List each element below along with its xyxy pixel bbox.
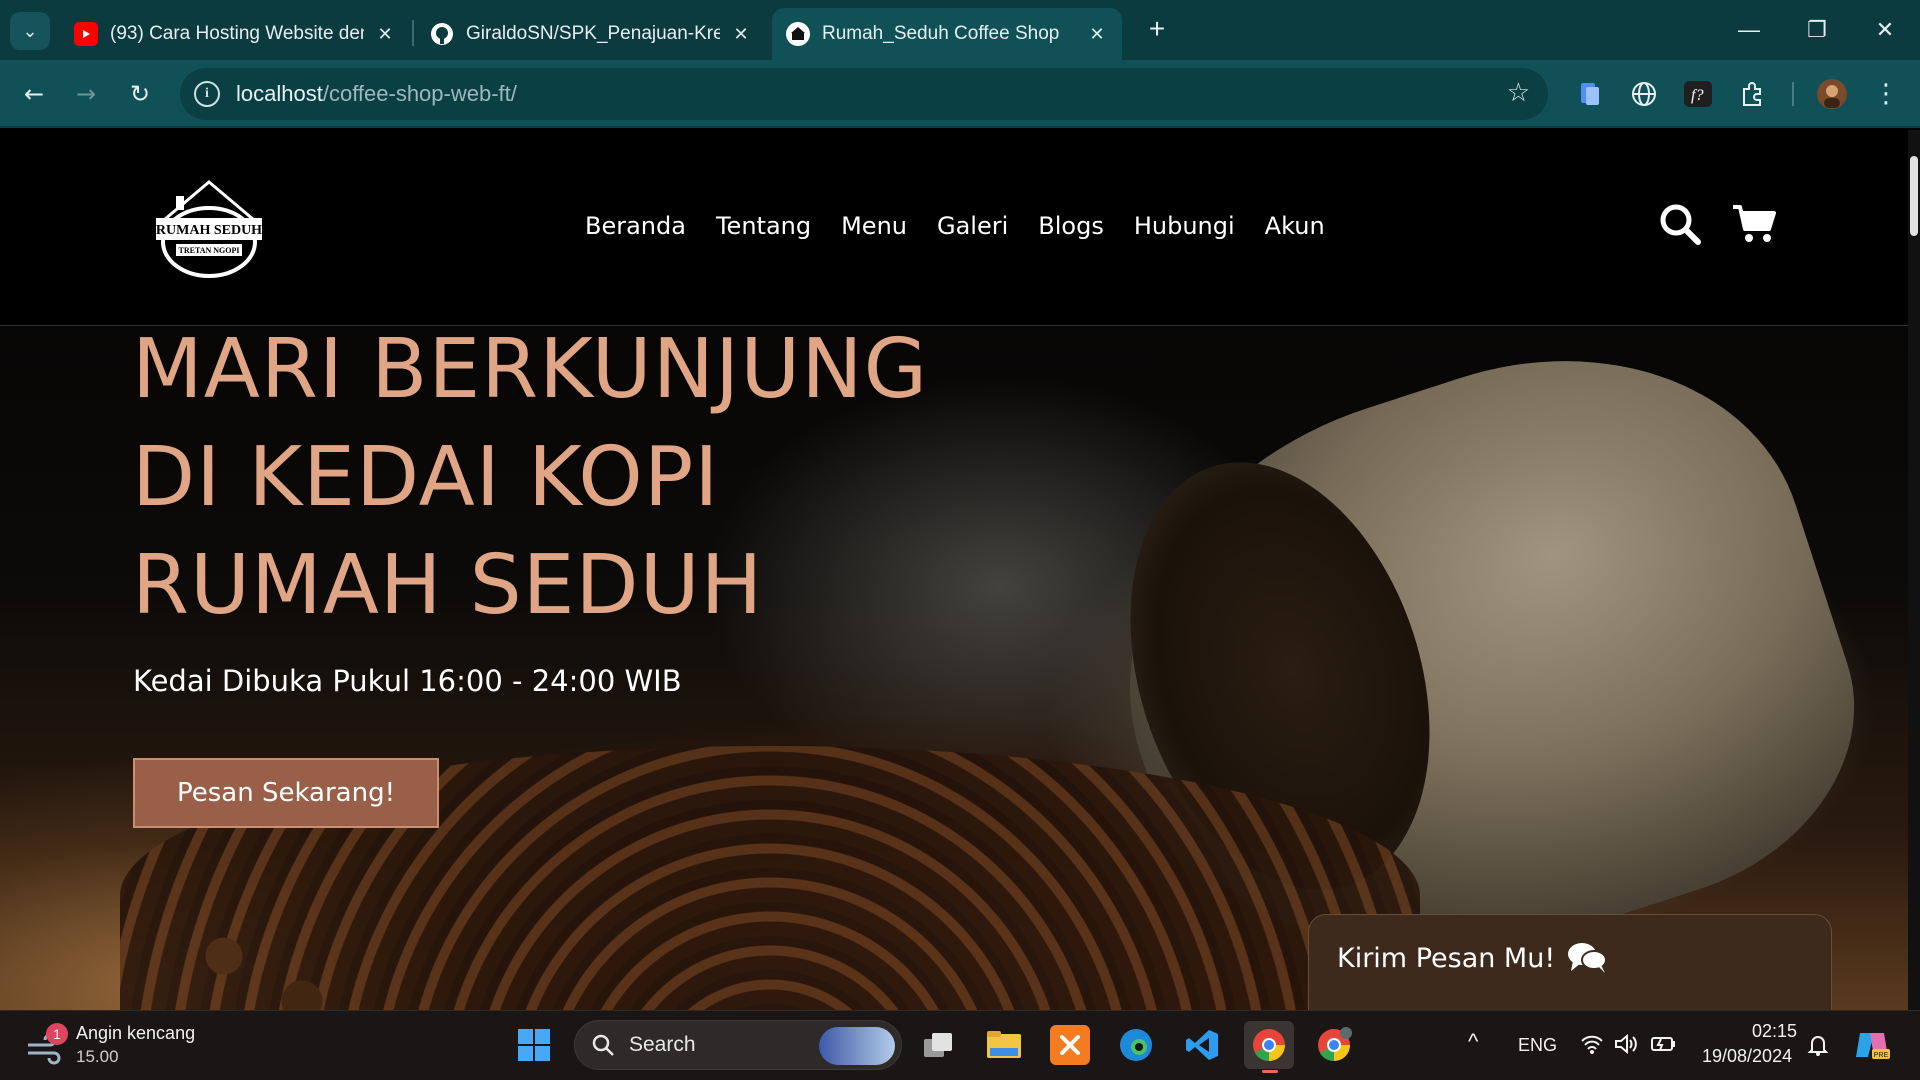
back-button[interactable]: ← [14,74,54,114]
address-bar[interactable]: i localhost/coffee-shop-web-ft/ ☆ [180,68,1548,120]
logo-text: RUMAH SEDUH [156,223,262,238]
nav-beranda[interactable]: Beranda [585,212,686,240]
url-text[interactable]: localhost/coffee-shop-web-ft/ [236,81,517,107]
weather-temp[interactable]: 15.00 [76,1047,119,1067]
nav-menu[interactable]: Menu [841,212,907,240]
nav-tentang[interactable]: Tentang [716,212,811,240]
copilot-icon[interactable]: PRE [1854,1029,1890,1065]
browser-tab-bar: ⌄ (93) Cara Hosting Website deng ✕ Giral… [0,0,1920,60]
chat-label: Kirim Pesan Mu! [1337,943,1556,974]
windows-start-icon[interactable] [514,1025,554,1065]
nav-akun[interactable]: Akun [1265,212,1325,240]
nav-blogs[interactable]: Blogs [1038,212,1104,240]
restore-button[interactable]: ❐ [1792,12,1842,48]
main-nav: Beranda Tentang Menu Galeri Blogs Hubung… [585,212,1325,240]
chat-bubbles-icon [1567,941,1607,975]
site-logo-icon [786,22,810,46]
kebab-menu-icon: ⋮ [1873,79,1899,109]
tab-separator [412,20,414,46]
close-icon[interactable]: ✕ [374,24,396,45]
chrome-profile-icon[interactable] [1314,1025,1354,1065]
extensions-puzzle-icon[interactable] [1734,76,1770,112]
chrome-icon[interactable] [1244,1021,1294,1073]
clock-date[interactable]: 19/08/2024 [1702,1046,1792,1067]
show-hidden-icons[interactable]: ^ [1468,1029,1478,1055]
search-placeholder: Search [629,1033,696,1056]
url-path: /coffee-shop-web-ft/ [322,81,517,106]
web-page: RUMAH SEDUH TRETAN NGOPI Beranda Tentang… [0,130,1920,1010]
arrow-left-icon: ← [23,80,45,108]
close-icon[interactable]: ✕ [1086,24,1108,45]
page-scrollbar[interactable] [1908,130,1920,1010]
site-logo[interactable]: RUMAH SEDUH TRETAN NGOPI [150,180,268,280]
hero-title: MARI BERKUNJUNG DI KEDAI KOPI RUMAH SEDU… [132,316,928,640]
chat-widget[interactable]: Kirim Pesan Mu! [1308,914,1832,1010]
language-indicator[interactable]: ENG [1518,1035,1557,1056]
search-highlight-image [819,1027,895,1065]
close-icon[interactable]: ✕ [730,24,752,45]
tab-title: Rumah_Seduh Coffee Shop [822,23,1060,44]
nav-hubungi[interactable]: Hubungi [1134,212,1235,240]
toolbar-divider [1792,82,1794,106]
cart-icon[interactable] [1730,200,1778,248]
new-tab-button[interactable]: + [1140,14,1174,48]
edge-icon[interactable] [1116,1025,1156,1065]
order-now-button[interactable]: Pesan Sekarang! [133,758,439,828]
tab-title: (93) Cara Hosting Website deng [110,23,364,44]
taskbar-search-box[interactable]: Search [574,1020,902,1070]
forward-button[interactable]: → [66,74,106,114]
extension-globe-icon[interactable] [1626,76,1662,112]
browser-toolbar: ← → ↻ i localhost/coffee-shop-web-ft/ ☆ … [0,60,1920,128]
nav-galeri[interactable]: Galeri [937,212,1008,240]
site-header: RUMAH SEDUH TRETAN NGOPI Beranda Tentang… [0,130,1908,326]
youtube-icon [74,22,98,46]
chevron-down-icon: ⌄ [22,20,38,42]
volume-icon[interactable] [1614,1033,1638,1059]
hero-title-line: RUMAH SEDUH [132,538,764,633]
hero-subtitle: Kedai Dibuka Pukul 16:00 - 24:00 WIB [133,664,682,698]
minimize-button[interactable]: — [1724,12,1774,48]
tab-github[interactable]: GiraldoSN/SPK_Penajuan-Kredit ✕ [416,8,766,60]
logo-subtext: TRETAN NGOPI [179,246,240,255]
xampp-icon[interactable] [1050,1025,1090,1065]
url-host: localhost [236,81,323,106]
notification-bell-icon[interactable] [1806,1033,1830,1061]
scrollbar-thumb[interactable] [1910,156,1918,236]
file-explorer-icon[interactable] [984,1025,1024,1065]
wifi-icon[interactable] [1580,1033,1604,1059]
tab-title: GiraldoSN/SPK_Penajuan-Kredit [466,23,720,44]
svg-text:PRE: PRE [1874,1052,1889,1059]
active-indicator [1262,1070,1278,1073]
reload-icon: ↻ [129,80,151,108]
tab-search-button[interactable]: ⌄ [10,12,50,50]
hero-title-line: DI KEDAI KOPI [132,430,720,525]
weather-widget-icon[interactable]: 1 [24,1023,68,1067]
hero-title-line: MARI BERKUNJUNG [132,322,929,417]
svg-text:f?: f? [1691,87,1703,104]
windows-taskbar: 1 Angin kencang 15.00 Search ^ ENG 02:15… [0,1010,1920,1080]
clock-time[interactable]: 02:15 [1752,1021,1797,1042]
search-icon[interactable] [1656,200,1704,248]
github-icon [430,22,454,46]
site-info-icon[interactable]: i [194,81,220,107]
browser-menu-button[interactable]: ⋮ [1868,76,1904,112]
vscode-icon[interactable] [1182,1025,1222,1065]
arrow-right-icon: → [75,80,97,108]
extension-docs-icon[interactable] [1572,76,1608,112]
profile-avatar[interactable] [1814,76,1850,112]
weather-title[interactable]: Angin kencang [76,1023,195,1044]
bookmark-star-icon[interactable]: ☆ [1507,78,1530,108]
extension-font-icon[interactable]: f? [1680,76,1716,112]
reload-button[interactable]: ↻ [120,74,160,114]
task-view-icon[interactable] [918,1025,958,1065]
search-icon [591,1033,615,1061]
tab-youtube[interactable]: (93) Cara Hosting Website deng ✕ [60,8,410,60]
close-window-button[interactable]: ✕ [1860,12,1910,48]
tab-active-site[interactable]: Rumah_Seduh Coffee Shop ✕ [772,8,1122,60]
weather-badge: 1 [46,1023,68,1045]
battery-icon[interactable] [1650,1033,1678,1059]
